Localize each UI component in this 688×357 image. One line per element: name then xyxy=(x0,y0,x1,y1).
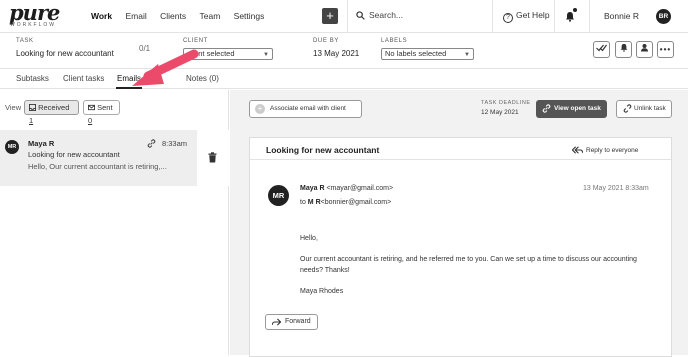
view-label: View xyxy=(5,103,22,112)
client-label: CLIENT xyxy=(183,38,208,44)
double-check-icon xyxy=(596,44,607,52)
get-help-button[interactable]: ? Get Help xyxy=(503,10,550,23)
email-preview: Hello, Our current accountant is retirin… xyxy=(28,162,167,171)
task-notifications-button[interactable] xyxy=(615,41,632,58)
complete-task-button[interactable] xyxy=(593,41,610,58)
due-date: 13 May 2021 xyxy=(313,49,360,58)
more-icon: ••• xyxy=(659,45,672,54)
from-email: <mayar@gmail.com> xyxy=(326,185,394,192)
list-item[interactable]: MR Maya R 8:33am Looking for new account… xyxy=(0,130,229,186)
search-placeholder: Search... xyxy=(369,10,404,20)
associate-label: Associate email with client xyxy=(270,105,346,112)
email-from: Maya R <mayar@gmail.com> xyxy=(300,185,393,192)
more-options-button[interactable]: ••• xyxy=(657,41,674,58)
search-input[interactable]: Search... xyxy=(356,10,403,20)
reply-all-label: Reply to everyone xyxy=(586,147,639,154)
sent-filter-button[interactable]: Sent 0 xyxy=(83,100,120,125)
nav-email[interactable]: Email xyxy=(125,11,146,21)
avatar: MR xyxy=(5,140,19,154)
labels-select-value: No labels selected xyxy=(385,49,447,58)
top-navigation: pure WORKFLOW Work Email Clients Team Se… xyxy=(0,0,688,33)
avatar: MR xyxy=(268,185,289,206)
plus-circle-icon: + xyxy=(255,104,265,114)
email-to: to M R<bonnier@gmail.com> xyxy=(300,199,391,206)
forward-button[interactable]: Forward xyxy=(265,314,318,330)
to-name: M R xyxy=(307,199,321,206)
divider xyxy=(589,0,590,33)
email-body-line: Our current accountant is retiring, and … xyxy=(300,256,637,263)
user-icon xyxy=(641,44,648,52)
email-date: 13 May 2021 8:33am xyxy=(583,185,649,192)
search-icon xyxy=(356,11,365,20)
annotation-arrow-icon xyxy=(132,49,199,86)
main-nav: Work Email Clients Team Settings xyxy=(91,11,275,21)
deadline-value: 12 May 2021 xyxy=(481,109,519,116)
deadline-label: TASK DEADLINE xyxy=(481,100,531,106)
email-body-greeting: Hello, xyxy=(300,235,318,242)
chevron-down-icon: ▼ xyxy=(464,52,470,58)
add-button[interactable]: + xyxy=(322,8,338,24)
get-help-label: Get Help xyxy=(516,10,550,20)
labels-label: LABELS xyxy=(381,38,408,44)
task-label: TASK xyxy=(16,38,34,44)
bell-icon xyxy=(566,12,574,22)
bell-icon xyxy=(620,43,627,52)
due-label: DUE BY xyxy=(313,38,339,44)
received-label: Received xyxy=(38,103,70,112)
sent-icon xyxy=(88,104,95,111)
email-sender: Maya R xyxy=(28,139,55,148)
trash-icon[interactable] xyxy=(208,152,217,163)
email-card-header: Looking for new accountant Reply to ever… xyxy=(250,138,671,160)
logo[interactable]: pure WORKFLOW xyxy=(9,0,60,28)
sent-count: 0 xyxy=(88,116,93,125)
link-icon xyxy=(542,104,551,113)
email-body-line: needs? Thanks! xyxy=(300,267,350,274)
link-icon xyxy=(147,139,156,148)
email-body-signature: Maya Rhodes xyxy=(300,288,344,295)
divider xyxy=(492,0,493,33)
received-count: 1 xyxy=(29,116,34,125)
inbox-icon xyxy=(29,104,36,111)
notifications-button[interactable] xyxy=(565,8,577,27)
email-card: Looking for new accountant Reply to ever… xyxy=(249,137,672,357)
nav-clients[interactable]: Clients xyxy=(160,11,186,21)
logo-word: pure xyxy=(9,0,60,25)
sent-label: Sent xyxy=(97,103,113,112)
to-prefix: to xyxy=(300,199,306,206)
received-filter-button[interactable]: Received 1 xyxy=(24,100,79,125)
tab-client-tasks[interactable]: Client tasks xyxy=(63,74,104,83)
forward-icon xyxy=(272,318,281,326)
user-avatar[interactable]: BR xyxy=(656,9,671,24)
view-open-task-button[interactable]: View open task xyxy=(536,100,607,118)
forward-label: Forward xyxy=(285,318,311,325)
associate-email-button[interactable]: + Associate email with client xyxy=(249,100,362,118)
nav-work[interactable]: Work xyxy=(91,11,112,21)
reply-all-icon xyxy=(571,146,584,154)
email-subject: Looking for new accountant xyxy=(28,150,120,159)
unlink-task-label: Unlink task xyxy=(634,105,666,112)
to-email: <bonnier@gmail.com> xyxy=(320,199,392,206)
nav-team[interactable]: Team xyxy=(199,11,220,21)
email-list-panel: View Received 1 Sent 0 MR Maya R 8:33am … xyxy=(0,90,229,355)
labels-select[interactable]: No labels selected ▼ xyxy=(381,48,474,60)
task-title: Looking for new accountant xyxy=(16,49,114,58)
divider xyxy=(347,0,348,33)
email-detail-panel: + Associate email with client TASK DEADL… xyxy=(230,90,688,357)
email-time: 8:33am xyxy=(162,139,188,148)
reply-all-button[interactable]: Reply to everyone xyxy=(571,146,639,154)
nav-settings[interactable]: Settings xyxy=(234,11,265,21)
help-icon: ? xyxy=(503,13,513,23)
chevron-down-icon: ▼ xyxy=(263,52,269,58)
divider xyxy=(554,0,555,33)
unlink-icon xyxy=(623,104,632,113)
email-thread-title: Looking for new accountant xyxy=(266,145,380,155)
from-name: Maya R xyxy=(300,185,325,192)
user-name[interactable]: Bonnie R xyxy=(604,11,639,21)
view-open-task-label: View open task xyxy=(554,105,601,112)
unlink-task-button[interactable]: Unlink task xyxy=(616,100,672,118)
logo-subtitle: WORKFLOW xyxy=(10,22,56,28)
assign-user-button[interactable] xyxy=(636,41,653,58)
tab-subtasks[interactable]: Subtasks xyxy=(16,74,49,83)
notification-dot xyxy=(573,8,577,12)
